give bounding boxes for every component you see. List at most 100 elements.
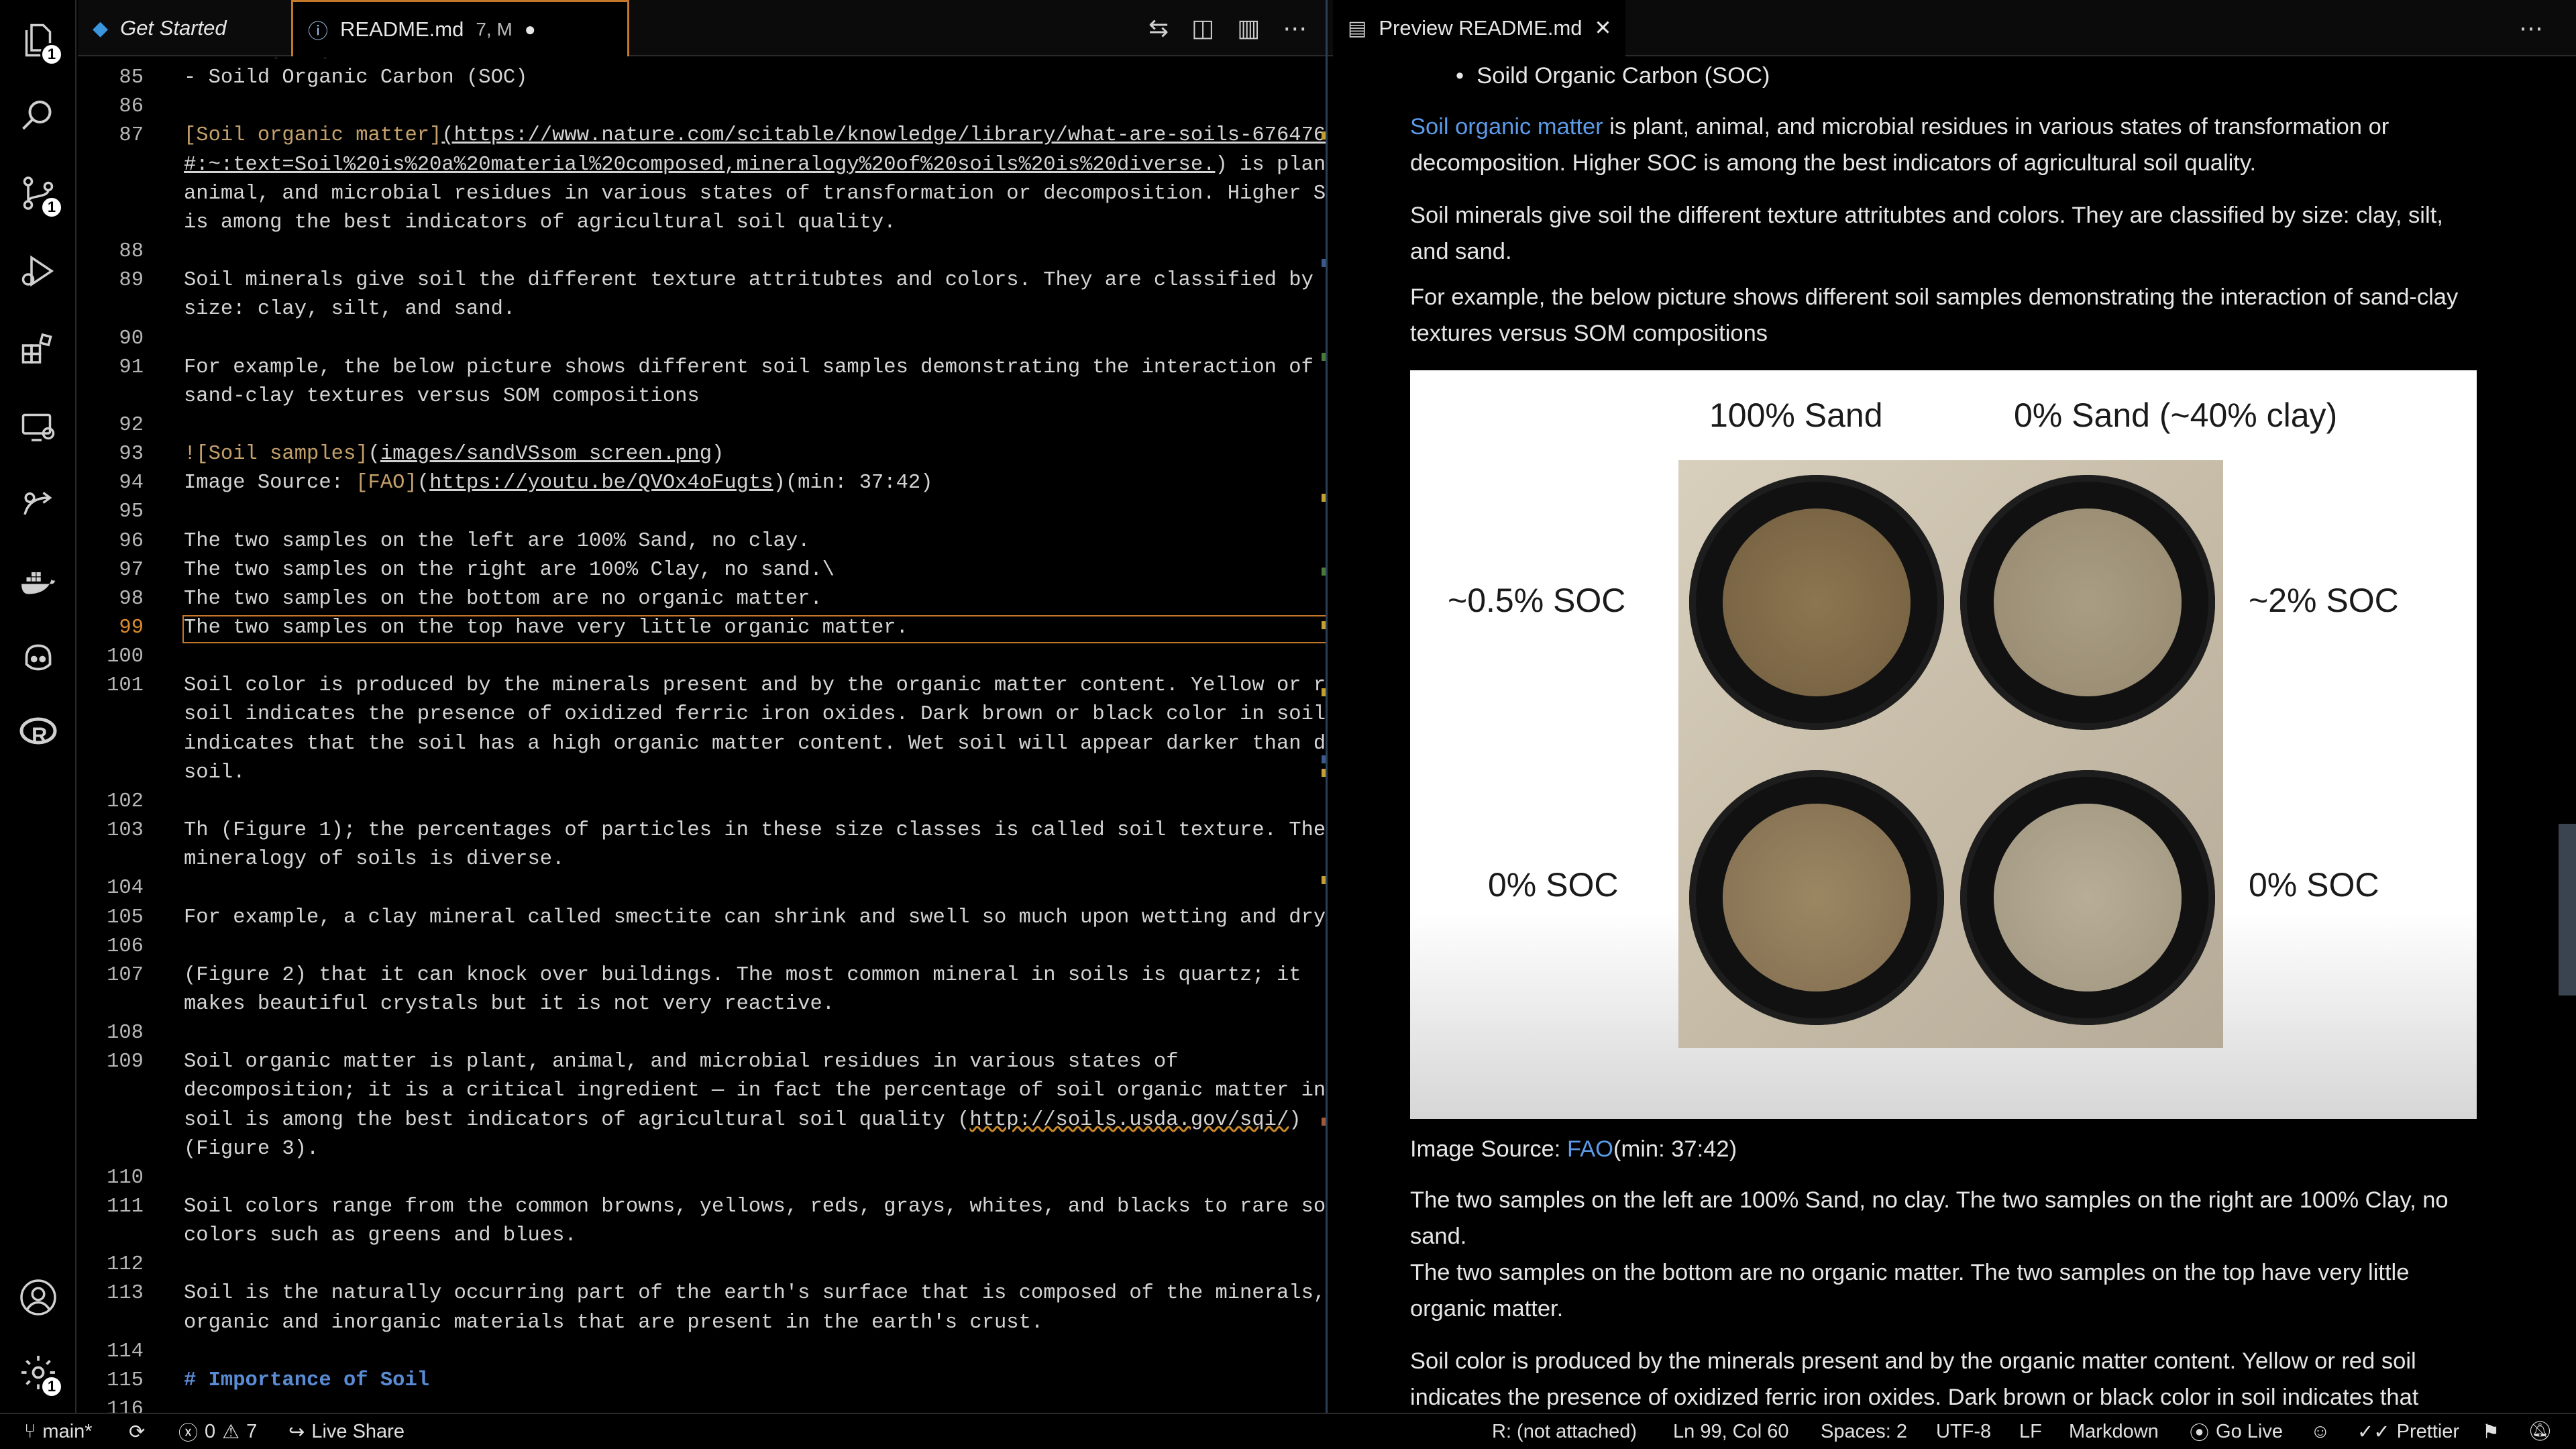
code-text: colors such as greens and blues. [184,1224,577,1248]
run-debug-icon[interactable] [0,233,76,309]
code-line: [Soil organic matter](https://www.nature… [184,124,1327,147]
split-editor-icon[interactable]: ▥ [1237,14,1260,42]
remote-explorer-icon[interactable] [0,389,76,464]
preview-paragraph-color: Soil color is produced by the minerals p… [1410,1348,2419,1410]
line-number: 90 [119,327,144,350]
preview-paragraph-minerals: Soil minerals give soil the different te… [1410,203,2443,264]
code-text: soil. [184,761,246,784]
preview-paragraph-som: Soil organic matter is plant, animal, an… [1410,109,2483,181]
line-number: 96 [119,529,144,553]
tab-preview[interactable]: ▤ Preview README.md ✕ [1333,0,1625,56]
settings-gear-icon[interactable]: 1 [0,1335,76,1410]
code-line: makes beautiful crystals but it is not v… [184,993,835,1016]
cursor-position[interactable]: Ln 99, Col 60 [1673,1414,1789,1449]
branch-indicator[interactable]: ⑂ main* [24,1414,93,1449]
more-actions-icon[interactable]: ⋯ [1283,14,1307,42]
unsaved-dot-icon[interactable]: ● [525,19,536,40]
line-number: 86 [119,95,144,119]
code-text: - Living Organisms [184,58,405,60]
image-source-suffix: (min: 37:42) [1613,1136,1737,1162]
code-text: decomposition; it is a critical ingredie… [184,1079,1327,1103]
split-divider[interactable] [1326,0,1328,1413]
tab-get-started[interactable]: ◆ Get Started [78,0,286,56]
encoding-status[interactable]: UTF-8 [1936,1414,1991,1449]
status-bar: ⑂ main* ⟳ ⓧ 0 ⚠ 7 ↪ Live Share R: (not a… [0,1413,2576,1449]
copilot-icon[interactable] [0,620,76,695]
open-preview-side-icon[interactable]: ◫ [1191,14,1214,42]
notifications-icon[interactable]: 🔕︎ [2528,1414,2553,1449]
prettier-status[interactable]: ✓✓ Prettier [2357,1414,2459,1449]
preview-scrollbar[interactable] [2559,824,2576,996]
close-icon[interactable]: ✕ [1595,16,1612,40]
figure-label-mid-left: ~0.5% SOC [1448,582,1626,619]
code-line: - Soild Organic Carbon (SOC) [184,66,527,89]
code-text: Soil organic matter is plant, animal, an… [184,1051,1179,1074]
open-changes-icon[interactable]: ⇆ [1148,14,1169,42]
preview-image-source: Image Source: FAO(min: 37:42) [1410,1131,2483,1167]
line-number: 87 [119,124,144,148]
code-text: makes beautiful crystals but it is not v… [184,992,835,1016]
tab-readme-status: 7, M [476,18,513,40]
line-number: 92 [119,413,144,437]
code-text: ) [1289,1108,1301,1132]
code-line: The two samples on the bottom are no org… [184,588,822,610]
line-number: 97 [119,558,144,582]
code-text: The two samples on the left are 100% San… [184,529,810,553]
indentation-status[interactable]: Spaces: 2 [1821,1414,1907,1449]
live-share-icon[interactable] [0,467,76,542]
settings-badge: 1 [40,1375,63,1398]
code-line: Soil is the naturally occurring part of … [184,1282,1326,1305]
r-language-icon[interactable]: R [0,695,76,770]
current-line-highlight [182,615,1327,643]
soil-organic-matter-link[interactable]: Soil organic matter [1410,114,1603,140]
live-share-status-icon: ↪ [288,1421,305,1443]
language-mode[interactable]: Markdown [2069,1414,2159,1449]
sample-board [1678,460,2223,1048]
code-line: soil is among the best indicators of agr… [184,1109,1301,1132]
image-source-prefix: Image Source: [184,472,356,495]
code-text: The two samples on the bottom are no org… [184,587,822,610]
preview-more-actions-icon[interactable]: ⋯ [2519,14,2543,42]
code-line: Soil color is produced by the minerals p… [184,674,1327,697]
tab-readme-label: README.md [340,17,464,41]
code-line: # Importance of Soil [184,1369,429,1392]
figure-label-bot-right: 0% SOC [2249,866,2379,904]
search-icon[interactable] [0,78,76,153]
figure-label-mid-right: ~2% SOC [2249,582,2399,619]
line-number: 111 [107,1195,144,1218]
code-text: (Figure 3). [184,1137,319,1161]
explorer-icon[interactable]: 1 [0,3,76,78]
live-share-status[interactable]: ↪ Live Share [288,1414,405,1449]
preview-samples-line-1: The two samples on the left are 100% San… [1410,1187,2449,1249]
code-text: Soil minerals give soil the different te… [184,269,1313,292]
code-line: Th (Figure 1); the percentages of partic… [184,819,1326,842]
code-text: sand-clay textures versus SOM compositio… [184,384,700,408]
fao-link[interactable]: FAO [1567,1136,1613,1162]
eol-status[interactable]: LF [2019,1414,2042,1449]
code-line: size: clay, silt, and sand. [184,298,515,321]
sync-icon[interactable]: ⟳ [129,1414,145,1449]
git-branch-icon: ⑂ [24,1420,36,1442]
warning-icon: ⚠ [222,1421,240,1443]
tab-get-started-label: Get Started [120,16,227,40]
code-text: soil indicates the presence of oxidized … [184,703,1326,727]
code-text: is among the best indicators of agricult… [184,211,896,234]
line-number: 100 [107,645,144,669]
docker-icon[interactable] [0,545,76,620]
image-source-suffix: (min: 37:42) [785,472,933,495]
go-live-status[interactable]: ⦿ Go Live [2190,1414,2283,1449]
paren: ( [368,443,380,466]
r-status[interactable]: R: (not attached) [1492,1414,1637,1449]
account-icon[interactable] [0,1260,76,1335]
extensions-icon[interactable] [0,311,76,386]
code-line: Image Source: [FAO](https://youtu.be/QVO… [184,472,933,494]
tab-readme[interactable]: ⓘ README.md 7, M ● [291,0,629,56]
copilot-status-icon[interactable]: ☺ [2310,1414,2330,1449]
feedback-icon[interactable]: ⚑ [2482,1414,2500,1449]
vscode-icon: ◆ [93,17,109,40]
code-editor[interactable]: 84 - Living Organisms 85 - Soild Organic Ca… [76,58,1327,1413]
code-line: For example, a clay mineral called smect… [184,906,1327,929]
warning-count: 7 [246,1420,258,1442]
problems-indicator[interactable]: ⓧ 0 ⚠ 7 [178,1414,257,1449]
source-control-icon[interactable]: 1 [0,156,76,231]
